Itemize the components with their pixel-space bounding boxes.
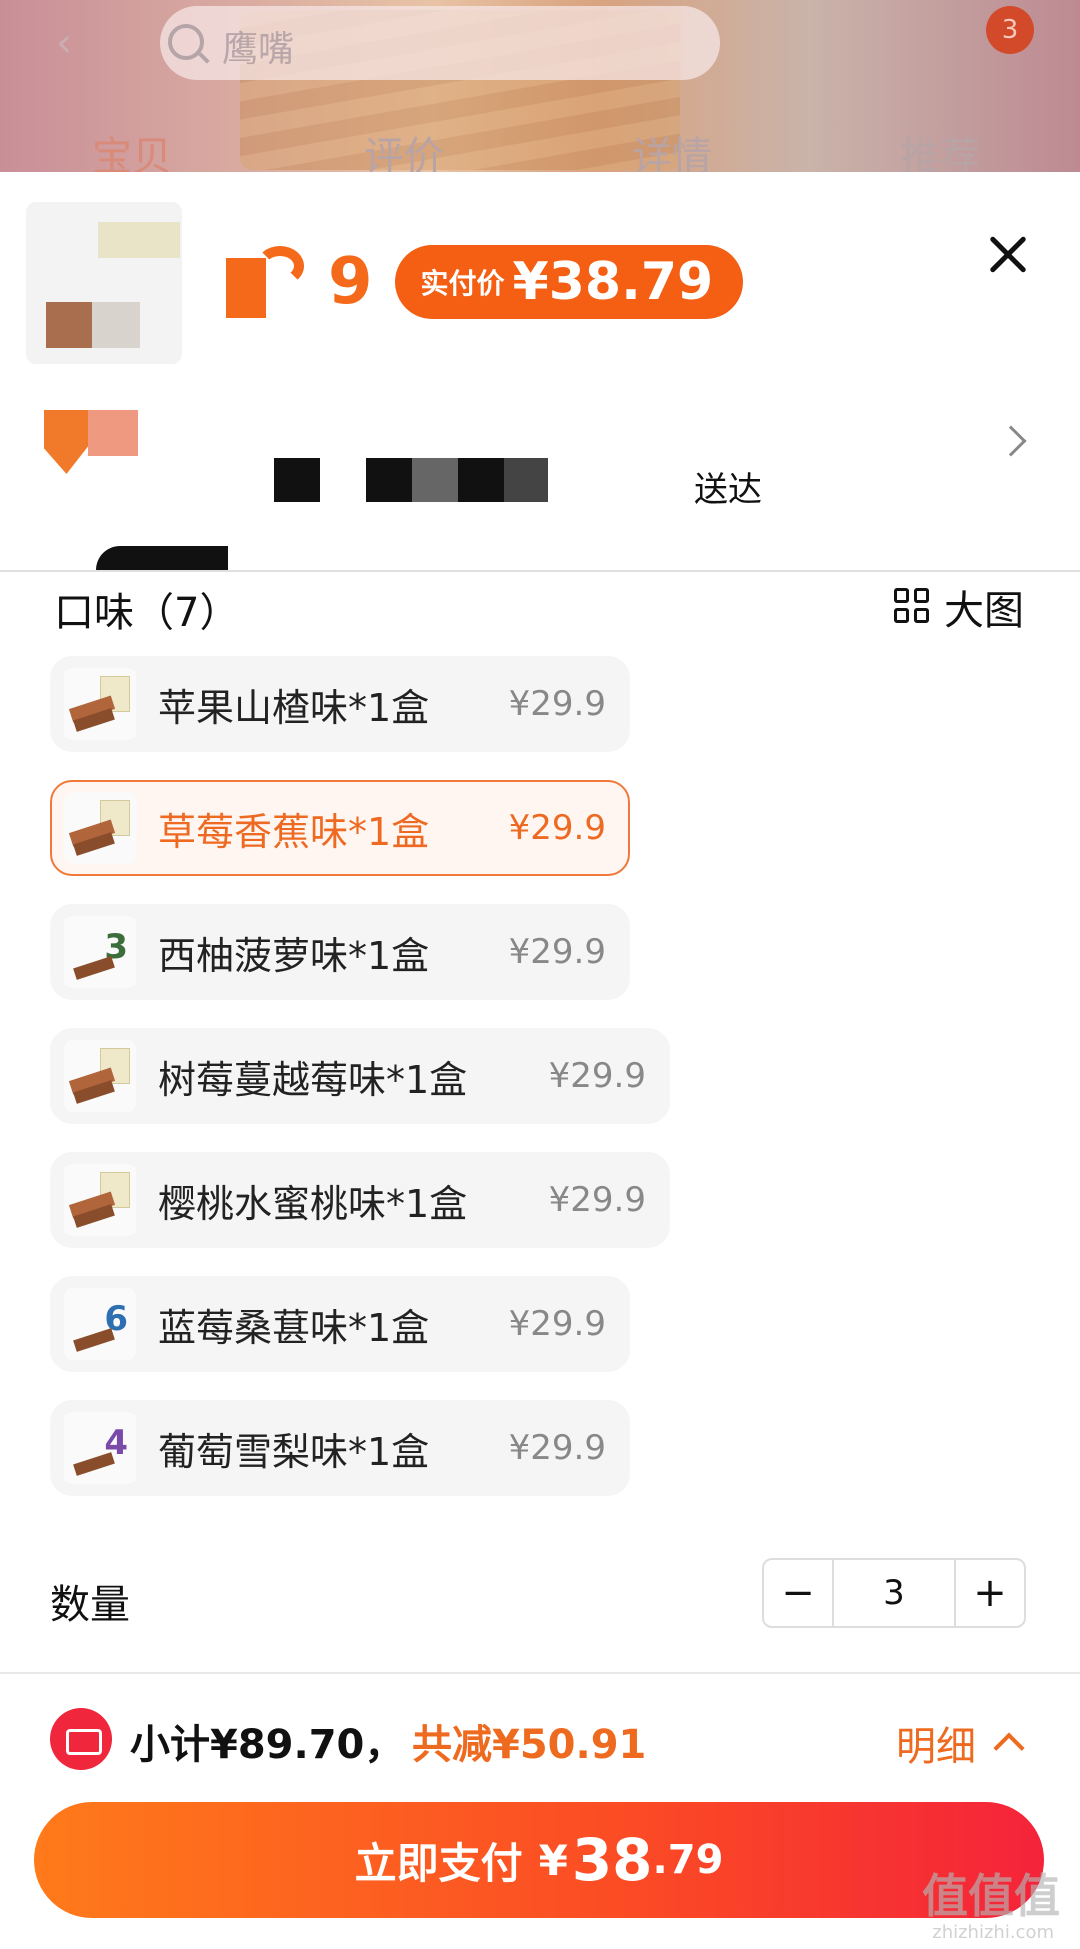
pay-amount-integer: 38	[571, 1826, 653, 1894]
price-area: 9 实付价 ¥38.79	[226, 242, 744, 322]
pay-now-label: 立即支付	[354, 1838, 523, 1888]
coupon-icon	[50, 1708, 112, 1770]
big-picture-toggle[interactable]: 大图	[894, 578, 1024, 636]
quantity-value[interactable]: 3	[832, 1560, 956, 1626]
price-digit: 9	[328, 245, 373, 319]
flavor-thumbnail: 3	[64, 916, 136, 988]
flavor-price: ¥29.9	[508, 1304, 606, 1344]
flavor-name: 树莓蔓越莓味*1盒	[158, 1057, 468, 1102]
flavor-option[interactable]: 6 蓝莓桑葚味*1盒 ¥29.9	[50, 1276, 630, 1372]
flavor-section-label: 口味（7）	[54, 590, 240, 636]
back-icon[interactable]: ‹	[56, 20, 72, 66]
checkout-bar: 小计¥89.70， 共减¥50.91 明细 立即支付 ¥ 38 .79 值值值 …	[0, 1672, 1080, 1949]
actual-price-label: 实付价	[420, 267, 505, 300]
flavor-option[interactable]: 4 葡萄雪梨味*1盒 ¥29.9	[50, 1400, 630, 1496]
close-icon[interactable]	[980, 226, 1038, 284]
flavor-option[interactable]: 樱桃水蜜桃味*1盒 ¥29.9	[50, 1152, 670, 1248]
search-placeholder[interactable]: 鹰嘴	[222, 20, 294, 72]
decrement-button[interactable]: −	[764, 1560, 832, 1626]
detail-toggle[interactable]: 明细	[896, 1714, 1025, 1772]
actual-price-badge: 实付价 ¥38.79	[394, 245, 744, 319]
redacted-block	[366, 458, 412, 502]
flavor-price: ¥29.9	[548, 1180, 646, 1220]
flavor-thumbnail	[64, 668, 136, 740]
redacted-block	[504, 458, 548, 502]
flavor-option-selected[interactable]: 草莓香蕉味*1盒 ¥29.9	[50, 780, 630, 876]
flavor-price: ¥29.9	[508, 684, 606, 724]
flavor-price: ¥29.9	[508, 932, 606, 972]
flavor-name: 葡萄雪梨味*1盒	[158, 1429, 430, 1474]
chevron-up-icon	[993, 1732, 1025, 1764]
search-icon	[168, 24, 204, 60]
increment-button[interactable]: +	[956, 1560, 1024, 1626]
background-product-header: ‹ 鹰嘴 3 宝贝 评价 详情 推荐	[0, 0, 1080, 180]
flavor-option[interactable]: 树莓蔓越莓味*1盒 ¥29.9	[50, 1028, 670, 1124]
redacted-block	[274, 458, 320, 502]
subtotal-text: 小计¥89.70，	[130, 1722, 405, 1768]
flavor-option[interactable]: 苹果山楂味*1盒 ¥29.9	[50, 656, 630, 752]
flavor-thumbnail: 4	[64, 1412, 136, 1484]
detail-label: 明细	[896, 1724, 976, 1770]
pay-currency: ¥	[538, 1835, 568, 1885]
options-panel: 口味（7） 大图 苹果山楂味*1盒 ¥29.9 草莓香蕉味*1盒 ¥29.9 3…	[18, 572, 1062, 1672]
shipping-logo-icon	[44, 410, 138, 474]
quantity-stepper: − 3 +	[762, 1558, 1026, 1628]
flavor-thumbnail: 6	[64, 1288, 136, 1360]
flavor-name: 蓝莓桑葚味*1盒	[158, 1305, 430, 1350]
pay-amount-decimal: .79	[652, 1837, 724, 1883]
big-picture-label: 大图	[944, 588, 1024, 634]
redacted-block	[412, 458, 458, 502]
flavor-thumbnail	[64, 1164, 136, 1236]
watermark-url: zhizhizhi.com	[932, 1922, 1054, 1943]
price-logo-icon	[226, 246, 304, 318]
flavor-name: 西柚菠萝味*1盒	[158, 933, 430, 978]
flavor-price: ¥29.9	[548, 1056, 646, 1096]
flavor-thumbnail	[64, 792, 136, 864]
redacted-block	[458, 458, 504, 502]
flavor-name: 樱桃水蜜桃味*1盒	[158, 1181, 468, 1226]
flavor-name: 苹果山楂味*1盒	[158, 685, 430, 730]
pay-now-button[interactable]: 立即支付 ¥ 38 .79	[34, 1802, 1044, 1918]
watermark: 值值值	[922, 1869, 1060, 1923]
flavor-name: 草莓香蕉味*1盒	[158, 809, 430, 854]
discount-text: 共减¥50.91	[412, 1722, 647, 1768]
flavor-thumbnail	[64, 1040, 136, 1112]
flavor-option[interactable]: 3 西柚菠萝味*1盒 ¥29.9	[50, 904, 630, 1000]
chevron-right-icon[interactable]	[995, 425, 1027, 457]
shipping-text: 送达	[694, 470, 762, 510]
flavor-price: ¥29.9	[508, 1428, 606, 1468]
grid-icon	[894, 588, 932, 626]
redacted-block	[96, 546, 228, 570]
quantity-label: 数量	[50, 1582, 130, 1628]
actual-price-amount: ¥38.79	[512, 252, 714, 312]
sheet-header: 9 实付价 ¥38.79 送达	[0, 172, 1080, 572]
flavor-price: ¥29.9	[508, 808, 606, 848]
product-thumbnail[interactable]	[26, 202, 182, 364]
cart-badge[interactable]: 3	[986, 6, 1034, 54]
